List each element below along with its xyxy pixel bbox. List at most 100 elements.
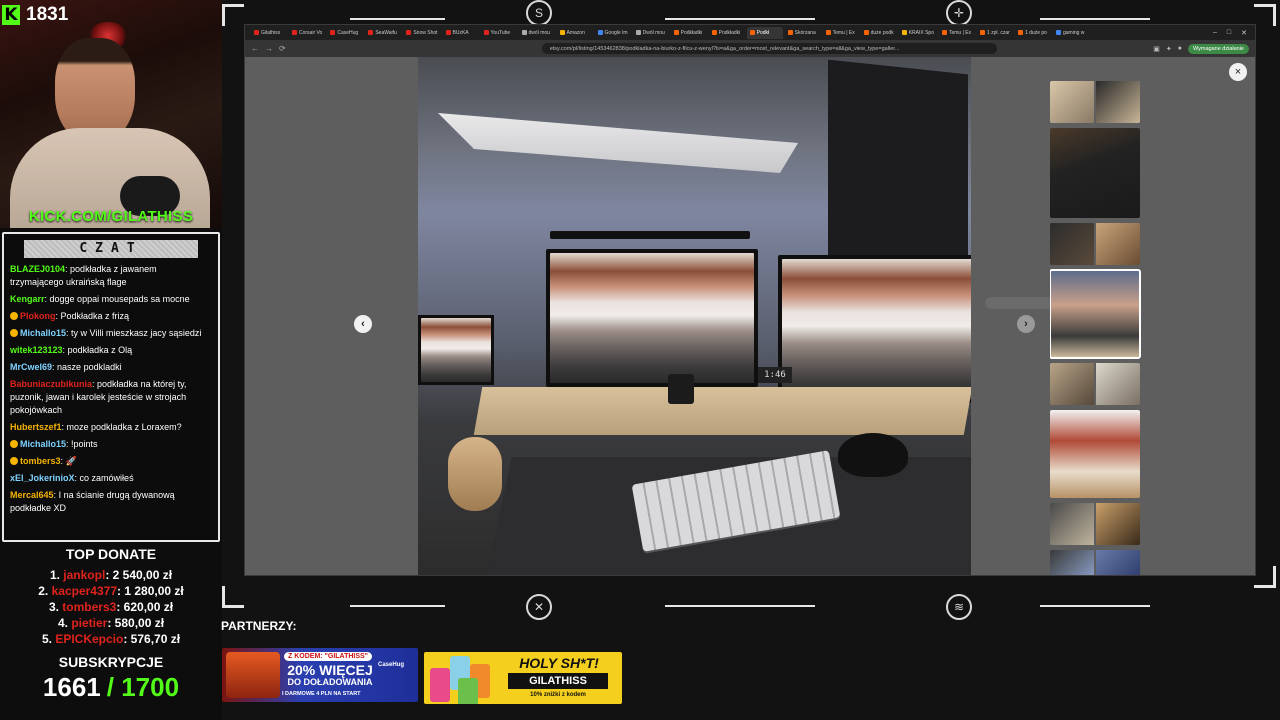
frame-corner-top-right bbox=[1254, 4, 1276, 26]
browser-tab[interactable]: SeaWaifu bbox=[365, 27, 401, 39]
thumbnail[interactable] bbox=[1050, 128, 1140, 218]
thumbnail[interactable] bbox=[1050, 410, 1140, 498]
tab-label: Gilathiss bbox=[261, 29, 281, 36]
browser-tab[interactable]: Podkładki bbox=[709, 27, 745, 39]
browser-tab[interactable]: YouTube bbox=[481, 27, 517, 39]
thumbnail[interactable] bbox=[1050, 363, 1140, 405]
browser-tab[interactable]: gaming w bbox=[1053, 27, 1089, 39]
address-url: etsy.com/pl/listing/1453462838/podkladka… bbox=[549, 45, 900, 52]
profile-icon[interactable]: ● bbox=[1178, 45, 1182, 53]
browser-tab[interactable]: Snow Shot bbox=[403, 27, 440, 39]
forward-icon[interactable]: → bbox=[265, 44, 273, 53]
sponsor-logo-icon: S bbox=[526, 0, 552, 26]
frame-line bbox=[1040, 18, 1150, 20]
maximize-icon[interactable]: □ bbox=[1227, 29, 1231, 37]
frame-corner-bottom-left bbox=[222, 586, 244, 608]
chat-username[interactable]: Michallo15 bbox=[20, 328, 66, 338]
photo-monitor-right bbox=[778, 255, 971, 403]
minimize-icon[interactable]: – bbox=[1213, 29, 1217, 37]
browser-tab[interactable]: Podkł bbox=[746, 26, 783, 39]
photo-monitor-left bbox=[546, 249, 758, 387]
chat-badge-icon bbox=[10, 329, 18, 337]
chat-username[interactable]: witek123123 bbox=[10, 345, 63, 355]
browser-tab[interactable]: 1 duże po bbox=[1015, 27, 1051, 39]
tab-label: BUzKA bbox=[452, 29, 469, 36]
window-close-icon[interactable]: ✕ bbox=[1241, 29, 1247, 37]
faded-page-element bbox=[985, 297, 1055, 309]
holy-title: HOLY SH*T! bbox=[519, 655, 599, 671]
chat-username[interactable]: tombers3 bbox=[20, 456, 61, 466]
donate-colon: : bbox=[116, 600, 124, 614]
donate-colon: : bbox=[123, 632, 131, 646]
browser-tab[interactable]: Skórzana bbox=[785, 27, 821, 39]
browser-tab[interactable]: KRAIX Spo bbox=[899, 27, 937, 39]
browser-tab[interactable]: CaseHug bbox=[327, 27, 363, 39]
webcam-feed bbox=[0, 0, 222, 228]
donor-name: pietier bbox=[71, 616, 108, 630]
donate-rank: 3. bbox=[48, 600, 59, 614]
donate-rank: 5. bbox=[41, 632, 52, 646]
donate-amount: 620,00 zł bbox=[123, 600, 174, 614]
browser-tab[interactable]: 1 zpl. czar bbox=[977, 27, 1013, 39]
casehug-banner[interactable]: Z KODEM: "GILATHISS" CaseHug 20% WIĘCEJ … bbox=[222, 648, 418, 702]
chat-text: 🚀 bbox=[65, 456, 77, 466]
tab-label: Podkładki bbox=[680, 29, 703, 36]
subscriptions-title: SUBSKRYPCJE bbox=[58, 654, 164, 670]
close-viewer-button[interactable]: × bbox=[1229, 63, 1247, 81]
extension-icon[interactable]: ▣ bbox=[1153, 45, 1160, 53]
tab-label: 1 zpl. czar bbox=[986, 29, 1010, 36]
back-icon[interactable]: ← bbox=[251, 44, 259, 53]
frame-line bbox=[350, 18, 445, 20]
browser-tab[interactable]: Temu | Ex bbox=[823, 27, 859, 39]
holy-banner[interactable]: HOLY SH*T! GILATHISS 10% zniżki z kodem bbox=[424, 652, 622, 704]
browser-tab[interactable]: Gilathiss bbox=[251, 27, 287, 39]
thumbnail-selected[interactable] bbox=[1050, 269, 1141, 359]
browser-tab[interactable]: Podkładki bbox=[671, 27, 707, 39]
holy-discount: 10% zniżki z kodem bbox=[530, 692, 586, 698]
browser-tab[interactable]: Temu | Ex bbox=[939, 27, 975, 39]
main-listing-photo[interactable]: 1:46 bbox=[418, 57, 971, 575]
chat-username[interactable]: BLAZEJ0104 bbox=[10, 264, 65, 274]
tab-favicon-icon bbox=[597, 30, 603, 35]
chat-username[interactable]: Kengarr bbox=[10, 294, 45, 304]
chat-username[interactable]: Michallo15 bbox=[20, 439, 66, 449]
address-bar[interactable]: etsy.com/pl/listing/1453462838/podkladka… bbox=[541, 43, 998, 54]
subscriptions-counter: 1661/ 1700 bbox=[0, 672, 222, 703]
chat-username[interactable]: xEl_JokerinioX bbox=[10, 473, 75, 483]
thumbnail[interactable] bbox=[1050, 81, 1140, 123]
update-button[interactable]: Wymagane działanie bbox=[1187, 43, 1249, 54]
donate-amount: 1 280,00 zł bbox=[124, 584, 184, 598]
tab-favicon-icon bbox=[787, 30, 793, 35]
browser-tab[interactable]: duże podk bbox=[861, 27, 897, 39]
browser-tab[interactable]: Corsair Vo bbox=[289, 27, 325, 39]
next-image-button[interactable]: › bbox=[1017, 315, 1035, 333]
tab-label: 1 duże po bbox=[1024, 29, 1047, 36]
thumbnail[interactable] bbox=[1050, 550, 1140, 575]
tab-label: Snow Shot bbox=[413, 29, 438, 36]
chat-username[interactable]: Babuniaczubikunia bbox=[10, 379, 92, 389]
chat-username[interactable]: Hubertszef1 bbox=[10, 422, 62, 432]
chat-username[interactable]: Plokong bbox=[20, 311, 56, 321]
chat-text: nasze podkladki bbox=[57, 362, 122, 372]
donate-amount: 580,00 zł bbox=[114, 616, 165, 630]
browser-tab[interactable]: Google Im bbox=[595, 27, 631, 39]
browser-tab[interactable]: dwól mou bbox=[519, 27, 555, 39]
tab-label: SeaWaifu bbox=[375, 29, 397, 36]
browser-tab[interactable]: BUzKA bbox=[443, 27, 479, 39]
browser-tab[interactable]: Amazon bbox=[557, 27, 593, 39]
tab-favicon-icon bbox=[1055, 30, 1061, 35]
thumbnail[interactable] bbox=[1050, 223, 1140, 265]
browser-tab[interactable]: Dwól mou bbox=[633, 27, 669, 39]
donate-colon: : bbox=[105, 568, 113, 582]
puzzle-icon[interactable]: ✦ bbox=[1166, 45, 1172, 53]
chat-username[interactable]: MrCwel69 bbox=[10, 362, 52, 372]
chat-username[interactable]: Mercal645 bbox=[10, 490, 54, 500]
subscriptions-goal: / 1700 bbox=[106, 672, 180, 702]
reload-icon[interactable]: ⟳ bbox=[279, 44, 286, 53]
kick-url: KICK.COM/GILATHISS bbox=[28, 208, 194, 225]
tab-favicon-icon bbox=[711, 30, 717, 35]
thumbnail[interactable] bbox=[1050, 503, 1140, 545]
tab-label: Google Im bbox=[604, 29, 628, 36]
prev-image-button[interactable]: ‹ bbox=[354, 315, 372, 333]
browser-window: Gilathiss Corsair Vo CaseHug SeaWaifu Snow S… bbox=[244, 24, 1256, 576]
